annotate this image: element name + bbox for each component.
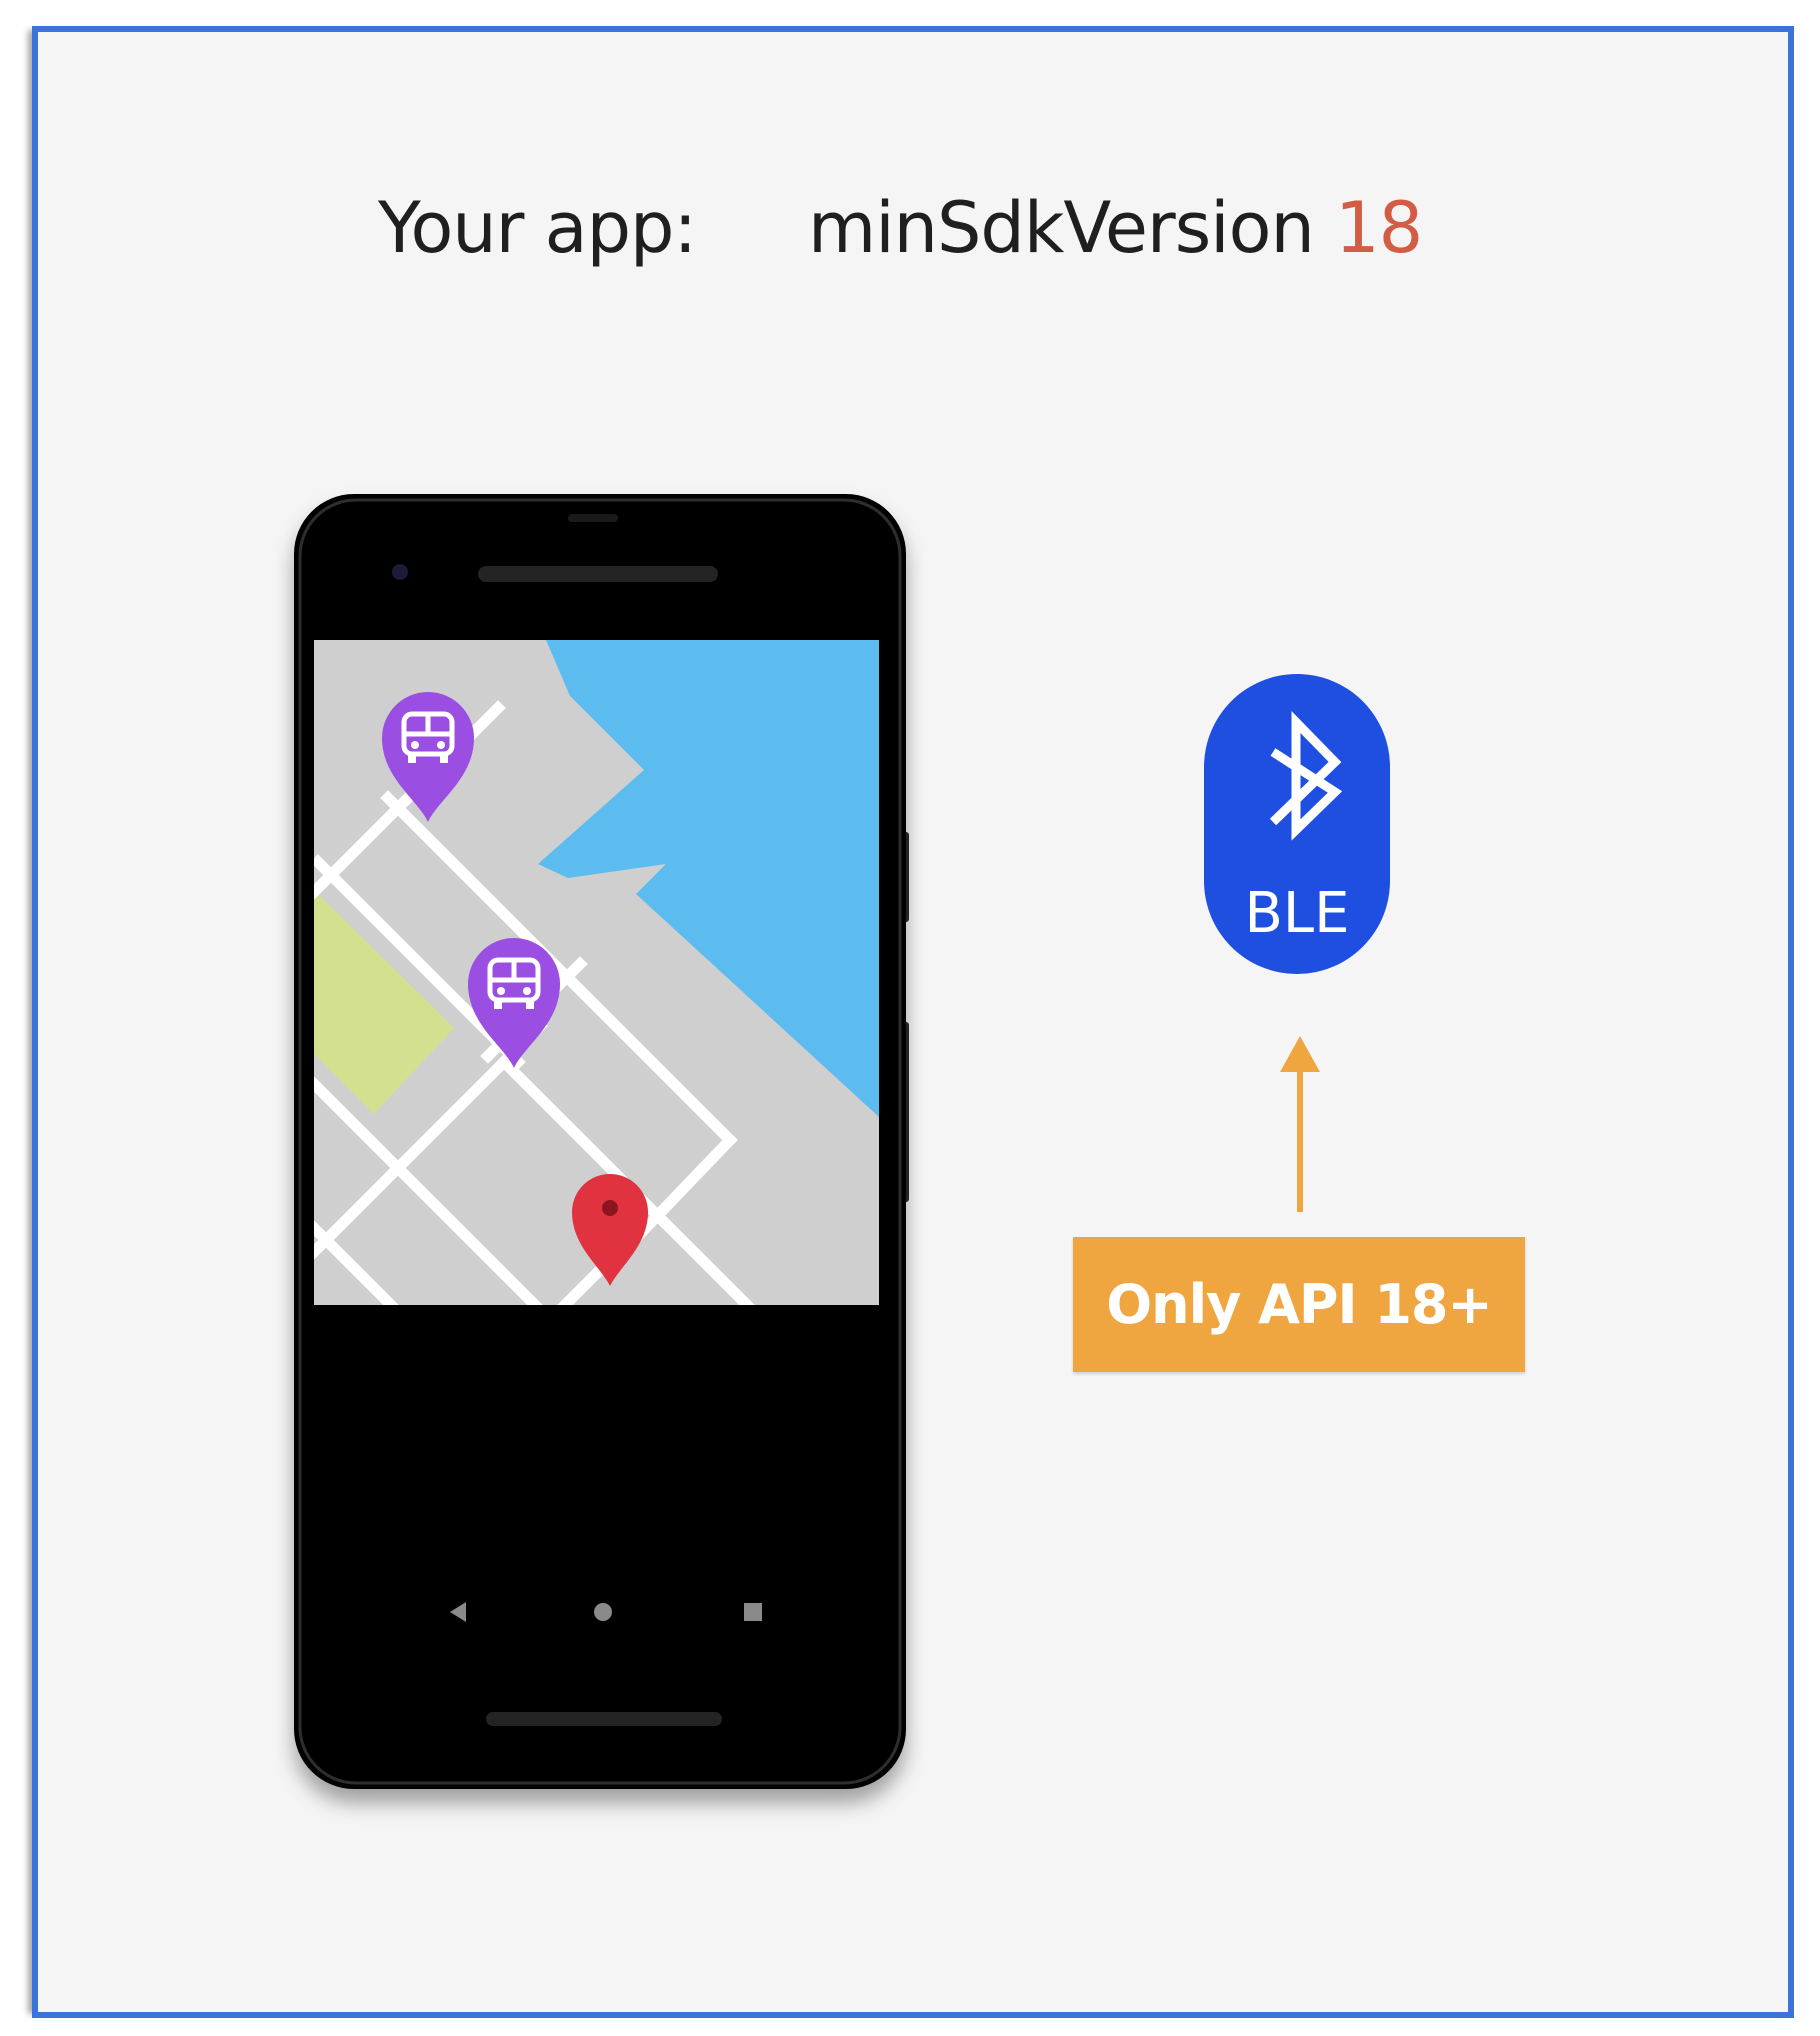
earpiece-speaker: [478, 566, 718, 582]
ble-label: BLE: [1245, 881, 1350, 946]
illustration: BLE: [294, 494, 1390, 1789]
ble-badge: BLE: [1204, 674, 1390, 974]
arrow-up: [1280, 1036, 1320, 1212]
api-note-label: Only API 18+: [1106, 1273, 1493, 1336]
recents-icon[interactable]: [744, 1603, 762, 1621]
api-note-box: Only API 18+: [1073, 1237, 1525, 1372]
slide-frame: Your app: minSdkVersion 18 BLE Only API …: [32, 26, 1794, 2018]
bottom-speaker: [486, 1712, 722, 1726]
phone: [294, 494, 909, 1789]
home-icon[interactable]: [594, 1603, 612, 1621]
front-camera: [392, 564, 408, 580]
